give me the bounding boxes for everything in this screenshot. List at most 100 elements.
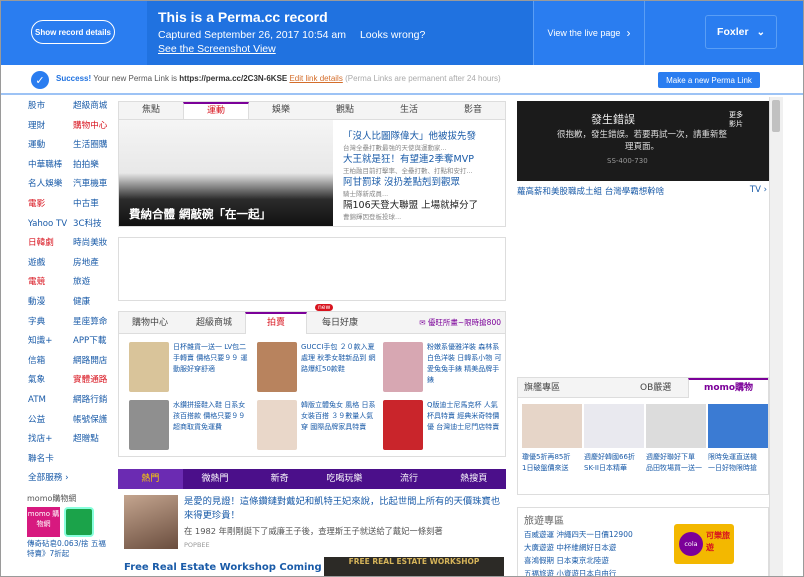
article-title[interactable]: 是愛的見證！這條鑽鏈對戴妃和凱特王妃來說，比起世間上所有的天價珠寶也來得更珍貴！ xyxy=(184,495,502,523)
nav-link[interactable]: 3C科技 xyxy=(73,215,113,235)
flagship-image[interactable] xyxy=(646,404,706,448)
nav-link[interactable]: 知識+ xyxy=(28,332,68,352)
nav-link[interactable]: APP下載 xyxy=(73,332,113,352)
nav-link[interactable]: 汽車機車 xyxy=(73,175,113,195)
product-image[interactable] xyxy=(383,342,423,392)
nav-link[interactable]: 超級商城 xyxy=(73,97,113,117)
trending-tab[interactable]: 新奇 xyxy=(247,469,312,489)
flagship-line-1[interactable]: 週慶好韓國66折 xyxy=(584,452,648,463)
nav-link[interactable]: 健康 xyxy=(73,293,113,313)
travel-logo[interactable]: cola tour 可樂旅遊 xyxy=(674,524,734,572)
headline-item[interactable]: 「沒人比圖隊偉大」他被拔先發 台灣全壘打數最強的天使與運動家... xyxy=(343,128,503,152)
nav-link[interactable]: 網路開店 xyxy=(73,352,113,372)
sponsored-headline[interactable]: Free Real Estate Workshop Coming to xyxy=(124,562,337,573)
product-item[interactable]: 韓版立體兔女 風格 日系女裝百搭 ３９數量人氣穿 國際品牌家具特賣 xyxy=(253,400,379,454)
flagship-line-2[interactable]: 品田牧場買一送一 xyxy=(646,463,710,474)
momo-promo-text[interactable]: 傳奇砧皂0.063/捨 五福特賣》7折起 xyxy=(27,539,109,559)
nav-link[interactable]: 股市 xyxy=(28,97,68,117)
headline-title[interactable]: 阿甘罰球 沒扔差點剋到觀眾 xyxy=(343,174,503,188)
tab-momo-shopping[interactable]: momo購物 xyxy=(688,378,768,398)
tab-daily-deals[interactable]: 每日好康 xyxy=(309,312,371,334)
view-live-page-button[interactable]: View the live page › xyxy=(533,1,645,65)
video-caption-link[interactable]: 蘿高薪和美股職成土組 台灣學霸想幹啥 xyxy=(517,187,664,197)
flagship-item[interactable]: 週慶好聯好下單 品田牧場買一送一 xyxy=(646,404,710,474)
flagship-line-1[interactable]: 週慶好聯好下單 xyxy=(646,452,710,463)
flagship-line-1[interactable]: 瓊優5折再85折 xyxy=(522,452,586,463)
flagship-item[interactable]: 限時免運直送機 一日好物限時搶 xyxy=(708,404,772,474)
product-item[interactable]: Q版迪士尼馬克杯 人氣杯具特賣 經典米奇特價優 台灣迪士尼門店特賣 xyxy=(379,400,505,454)
screenshot-view-link[interactable]: See the Screenshot View xyxy=(158,43,276,55)
product-text[interactable]: 日杯雜貨一送一 LV包二手轉賣 價格只要９９ 運動服好穿舒適 xyxy=(173,342,249,375)
news-tab[interactable]: 運動 xyxy=(183,102,249,119)
tab-flagship[interactable]: 旗艦專區 xyxy=(524,378,604,398)
product-item[interactable]: GUCCI手包 ２０款入夏處理 秋季女鞋新品到 網路爆紅50款鞋 xyxy=(253,342,379,396)
flagship-text[interactable]: 瓊優5折再85折 1日破盤價來送 xyxy=(522,452,586,474)
headline-item[interactable]: 大王就是狂！有望連2季奪MVP 王柏融目前打擊率、全壘打數、打點和安打... xyxy=(343,151,503,175)
edit-link-details[interactable]: Edit link details xyxy=(289,74,342,83)
nav-link[interactable]: Yahoo TV xyxy=(28,215,68,235)
tab-auction[interactable]: 拍賣 xyxy=(245,312,307,334)
nav-link[interactable]: 遊戲 xyxy=(28,254,68,274)
tv-link[interactable]: TV › xyxy=(750,185,767,195)
news-tab[interactable]: 焦點 xyxy=(119,102,183,119)
trending-tab[interactable]: 熱搜頁 xyxy=(441,469,506,489)
product-image[interactable] xyxy=(129,400,169,450)
product-item[interactable]: 粉嫩系優雅洋裝 森林系白色洋裝 日韓系小物 可愛兔兔手錶 精美品牌手錶 xyxy=(379,342,505,396)
perma-link-url[interactable]: https://perma.cc/2C3N-6KSE xyxy=(179,74,287,83)
looks-wrong-link[interactable]: Looks wrong? xyxy=(360,29,425,41)
nav-link[interactable]: 超贈點 xyxy=(73,430,113,450)
scrollbar[interactable] xyxy=(769,97,783,576)
video-player[interactable]: 發生錯誤 很抱歉，發生錯誤。若要再試一次，請重新整理頁面。 SS-400-730… xyxy=(517,101,769,181)
nav-link[interactable]: 運動 xyxy=(28,136,68,156)
product-text[interactable]: 粉嫩系優雅洋裝 森林系白色洋裝 日韓系小物 可愛兔兔手錶 精美品牌手錶 xyxy=(427,342,503,386)
travel-row[interactable]: 喜鴻假期 日本東京北陸遊 xyxy=(524,554,633,567)
nav-link[interactable]: 全部服務 › xyxy=(28,469,68,489)
nav-link[interactable]: 生活圈購 xyxy=(73,136,113,156)
flagship-text[interactable]: 週慶好聯好下單 品田牧場買一送一 xyxy=(646,452,710,474)
travel-row[interactable]: 五福旅遊 小資遊日本自由行 xyxy=(524,567,633,576)
nav-link[interactable]: 電影 xyxy=(28,195,68,215)
flagship-image[interactable] xyxy=(522,404,582,448)
flagship-item[interactable]: 週慶好韓國66折 SK-II日本精華 xyxy=(584,404,648,474)
headline-title[interactable]: 隔106天登大聯盟 上場就掉分了 xyxy=(343,197,503,211)
product-image[interactable] xyxy=(129,342,169,392)
nav-link[interactable]: 旅遊 xyxy=(73,273,113,293)
trending-tab[interactable]: 熱門 xyxy=(118,469,183,489)
nav-link[interactable]: 日韓劇 xyxy=(28,234,68,254)
momo-logo[interactable]: momo 購物網 xyxy=(27,507,60,537)
news-tab[interactable]: 觀點 xyxy=(313,102,377,119)
make-new-perma-link-button[interactable]: Make a new Perma Link xyxy=(658,72,760,88)
show-record-details-button[interactable]: Show record details xyxy=(31,20,115,44)
product-text[interactable]: 水鑽拼接鞋入鞋 日系女孩百搭款 價格只要９９ 超商取貨免運費 xyxy=(173,400,249,433)
trending-tab[interactable]: 流行 xyxy=(377,469,442,489)
product-text[interactable]: 韓版立體兔女 風格 日系女裝百搭 ３９數量人氣穿 國際品牌家具特賣 xyxy=(301,400,377,433)
product-item[interactable]: 水鑽拼接鞋入鞋 日系女孩百搭款 價格只要９９ 超商取貨免運費 xyxy=(125,400,251,454)
nav-link[interactable]: 帳號保護 xyxy=(73,411,113,431)
flagship-line-1[interactable]: 限時免運直送機 xyxy=(708,452,772,463)
nav-link[interactable]: 聯名卡 xyxy=(28,450,68,470)
flagship-text[interactable]: 週慶好韓國66折 SK-II日本精華 xyxy=(584,452,648,474)
user-menu-button[interactable]: Foxler ⌄ xyxy=(705,15,777,49)
article-thumbnail[interactable] xyxy=(124,495,178,549)
nav-link[interactable]: 公益 xyxy=(28,411,68,431)
headline-title[interactable]: 大王就是狂！有望連2季奪MVP xyxy=(343,151,503,165)
nav-link[interactable]: 氣象 xyxy=(28,371,68,391)
nav-link[interactable]: 動漫 xyxy=(28,293,68,313)
headline-title[interactable]: 「沒人比圖隊偉大」他被拔先發 xyxy=(343,128,503,142)
product-item[interactable]: 日杯雜貨一送一 LV包二手轉賣 價格只要９９ 運動服好穿舒適 xyxy=(125,342,251,396)
flagship-line-2[interactable]: 1日破盤價來送 xyxy=(522,463,586,474)
tab-ob-selection[interactable]: OB嚴選 xyxy=(640,378,690,398)
nav-link[interactable]: 名人娛樂 xyxy=(28,175,68,195)
tab-super-mall[interactable]: 超級商城 xyxy=(183,312,245,334)
product-image[interactable] xyxy=(257,342,297,392)
flagship-image[interactable] xyxy=(584,404,644,448)
travel-row[interactable]: 大廣遊遊 中杯維網好日本遊 xyxy=(524,541,633,554)
nav-link[interactable]: 房地產 xyxy=(73,254,113,274)
flagship-line-2[interactable]: 一日好物限時搶 xyxy=(708,463,772,474)
trending-tab[interactable]: 微熱門 xyxy=(183,469,248,489)
promo-link[interactable]: ✉ 優旺所畫~限時搶800 xyxy=(419,312,501,334)
nav-link[interactable]: 時尚美妝 xyxy=(73,234,113,254)
travel-row[interactable]: 百威遊運 沖繩四天一日價12900 xyxy=(524,528,633,541)
nav-link[interactable]: 中華職棒 xyxy=(28,156,68,176)
product-image[interactable] xyxy=(257,400,297,450)
